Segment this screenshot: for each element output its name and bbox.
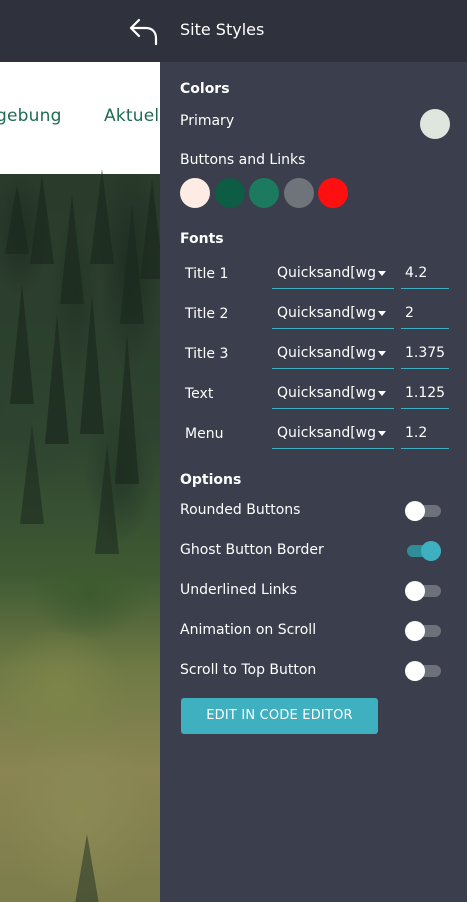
color-swatch-4[interactable]	[283, 178, 314, 208]
toggle-scroll-to-top-button[interactable]	[405, 661, 441, 681]
edit-in-code-editor-button[interactable]: EDIT IN CODE EDITOR	[181, 698, 378, 734]
caret-down-icon	[378, 391, 386, 396]
font-size-input-text[interactable]: 1.125	[401, 379, 449, 409]
font-size-value: 1.2	[405, 425, 428, 441]
toggle-rounded-buttons[interactable]	[405, 501, 441, 521]
buttons-links-label: Buttons and Links	[180, 152, 306, 168]
toggle-underlined-links[interactable]	[405, 581, 441, 601]
caret-down-icon	[378, 431, 386, 436]
font-size-value: 1.375	[405, 345, 446, 361]
undo-icon[interactable]	[126, 14, 160, 48]
font-size-input-title-2[interactable]: 2	[401, 299, 449, 329]
font-size-value: 2	[405, 305, 414, 321]
caret-down-icon	[378, 271, 386, 276]
font-label-title-2: Title 2	[185, 306, 229, 322]
toggle-knob	[405, 581, 425, 601]
font-family-select-title-3[interactable]: Quicksand[wght]	[272, 339, 394, 369]
color-swatch-3[interactable]	[249, 178, 279, 208]
preview-toolbar	[0, 0, 160, 62]
font-family-value: Quicksand[wght]	[277, 385, 377, 401]
option-label-animation-on-scroll: Animation on Scroll	[180, 622, 317, 638]
toggle-animation-on-scroll[interactable]	[405, 621, 441, 641]
nav-link-aktuelles[interactable]: Aktuel	[104, 106, 159, 126]
site-styles-panel: Site Styles Colors Primary Buttons and L…	[160, 0, 467, 902]
color-swatch-2[interactable]	[214, 178, 245, 208]
panel-header: Site Styles	[160, 0, 467, 62]
font-family-value: Quicksand[wght]	[277, 265, 377, 281]
font-family-value: Quicksand[wght]	[277, 425, 377, 441]
color-swatch-5[interactable]	[318, 178, 348, 208]
caret-down-icon	[378, 351, 386, 356]
font-family-select-text[interactable]: Quicksand[wght]	[272, 379, 394, 409]
font-size-value: 1.125	[405, 385, 446, 401]
option-label-underlined-links: Underlined Links	[180, 582, 297, 598]
fonts-heading: Fonts	[180, 231, 224, 247]
preview-site-nav: gebung Aktuel	[0, 62, 160, 174]
panel-title: Site Styles	[180, 20, 265, 39]
option-label-scroll-to-top-button: Scroll to Top Button	[180, 662, 317, 678]
font-label-text: Text	[185, 386, 214, 402]
toggle-knob	[405, 501, 425, 521]
toggle-ghost-button-border[interactable]	[405, 541, 441, 561]
caret-down-icon	[378, 311, 386, 316]
primary-color-swatch[interactable]	[420, 109, 450, 139]
font-family-select-title-2[interactable]: Quicksand[wght]	[272, 299, 394, 329]
options-heading: Options	[180, 472, 242, 488]
toggle-knob	[405, 621, 425, 641]
toggle-knob	[421, 541, 441, 561]
option-label-ghost-button-border: Ghost Button Border	[180, 542, 324, 558]
primary-color-label: Primary	[180, 113, 235, 129]
font-label-title-3: Title 3	[185, 346, 229, 362]
font-family-value: Quicksand[wght]	[277, 305, 377, 321]
font-size-input-title-3[interactable]: 1.375	[401, 339, 449, 369]
hero-forest-image	[0, 169, 160, 902]
font-label-title-1: Title 1	[185, 266, 229, 282]
nav-link-umgebung[interactable]: gebung	[0, 106, 62, 126]
font-family-select-menu[interactable]: Quicksand[wght]	[272, 419, 394, 449]
font-label-menu: Menu	[185, 426, 224, 442]
font-size-input-menu[interactable]: 1.2	[401, 419, 449, 449]
page-preview: gebung Aktuel	[0, 0, 160, 902]
font-family-value: Quicksand[wght]	[277, 345, 377, 361]
toggle-knob	[405, 661, 425, 681]
option-label-rounded-buttons: Rounded Buttons	[180, 502, 301, 518]
colors-heading: Colors	[180, 81, 230, 97]
font-size-value: 4.2	[405, 265, 428, 281]
color-swatch-1[interactable]	[180, 178, 210, 208]
font-size-input-title-1[interactable]: 4.2	[401, 259, 449, 289]
font-family-select-title-1[interactable]: Quicksand[wght]	[272, 259, 394, 289]
